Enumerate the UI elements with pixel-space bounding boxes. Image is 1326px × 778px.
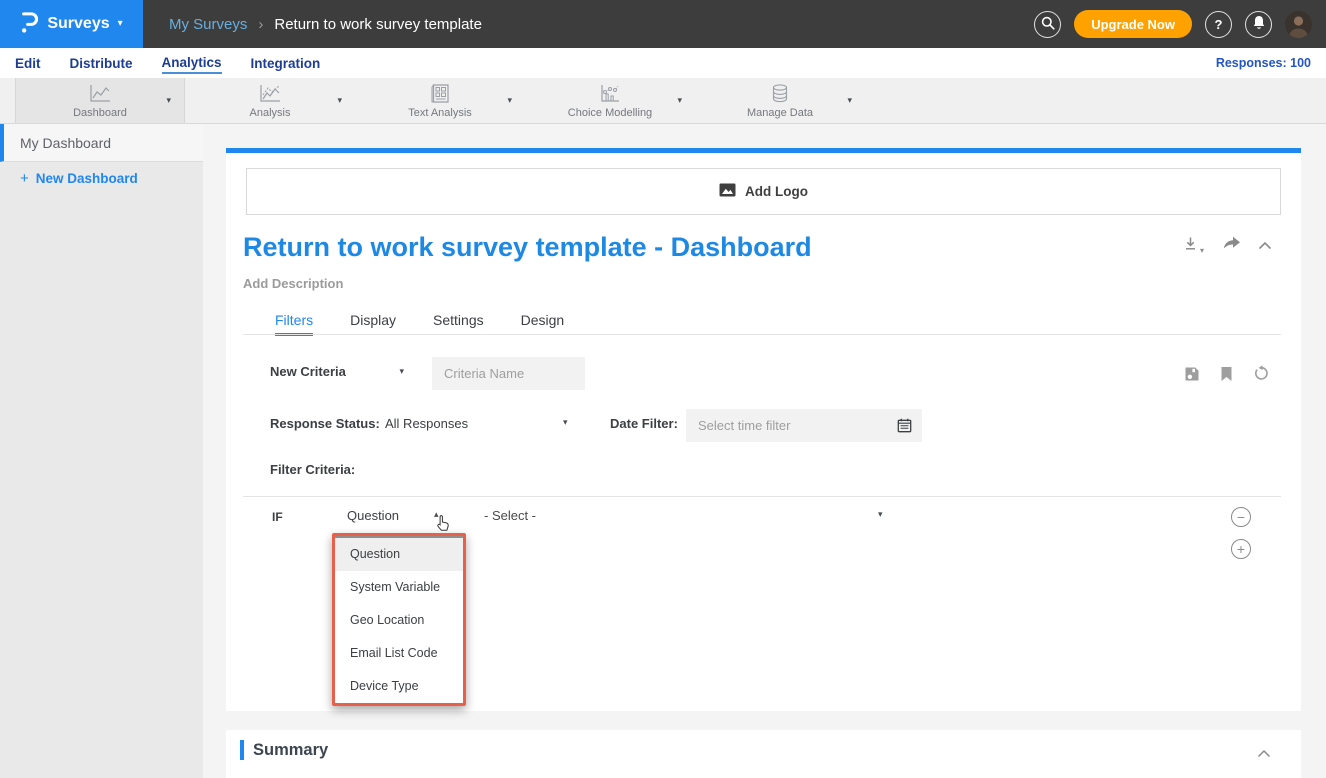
topbar-actions: Upgrade Now ? [1034, 10, 1326, 38]
download-icon [1183, 236, 1198, 256]
tab-filters[interactable]: Filters [275, 312, 313, 336]
new-dashboard-button[interactable]: + New Dashboard [20, 171, 138, 186]
chevron-down-icon: ▾ [118, 19, 123, 29]
dashboard-sidebar: My Dashboard + New Dashboard [0, 124, 203, 778]
tab-settings[interactable]: Settings [433, 312, 484, 336]
response-status-label: Response Status: [270, 416, 380, 431]
topbar: Surveys ▾ My Surveys › Return to work su… [0, 0, 1326, 48]
page-title[interactable]: Return to work survey template - Dashboa… [243, 232, 812, 263]
chevron-down-icon[interactable]: ▾ [878, 510, 883, 519]
dropdown-option-question[interactable]: Question [335, 538, 463, 571]
add-logo-button[interactable]: Add Logo [246, 168, 1281, 215]
chevron-down-icon: ▾ [507, 96, 512, 105]
criteria-name-input[interactable] [432, 357, 585, 390]
summary-card: Summary [226, 730, 1301, 778]
chevron-down-icon[interactable]: ▾ [563, 418, 568, 427]
chevron-up-icon[interactable]: ▴ [434, 510, 439, 519]
app-root: Surveys ▾ My Surveys › Return to work su… [0, 0, 1326, 778]
remove-criteria-button[interactable]: − [1231, 507, 1251, 527]
chevron-down-icon: ▾ [1200, 247, 1204, 256]
plus-icon: + [1237, 541, 1245, 557]
nav-edit[interactable]: Edit [15, 53, 41, 73]
share-button[interactable] [1221, 236, 1241, 256]
dropdown-option-system-variable[interactable]: System Variable [335, 571, 463, 604]
reset-icon [1253, 369, 1270, 386]
image-icon [719, 183, 736, 200]
toolbar-item-dashboard[interactable]: ▾ Dashboard [15, 78, 185, 123]
card-accent-bar [226, 148, 1301, 153]
bell-icon [1252, 15, 1266, 33]
add-criteria-button[interactable]: + [1231, 539, 1251, 559]
toolbar-item-choice-modelling[interactable]: ▾ Choice Modelling [525, 78, 695, 123]
nav-distribute[interactable]: Distribute [70, 53, 133, 73]
plus-icon: + [20, 171, 29, 186]
toolbar-item-manage-data[interactable]: ▾ Manage Data [695, 78, 865, 123]
dropdown-list: Question System Variable Geo Location Em… [335, 536, 463, 703]
breadcrumb: My Surveys › Return to work survey templ… [169, 16, 482, 33]
date-filter-input[interactable] [686, 409, 922, 442]
product-name: Surveys [47, 15, 109, 33]
chevron-down-icon: ▾ [399, 367, 404, 376]
breadcrumb-separator-icon: › [258, 16, 263, 33]
chevron-down-icon: ▾ [337, 96, 342, 105]
date-filter-field [686, 409, 922, 442]
add-description-button[interactable]: Add Description [243, 276, 343, 291]
chevron-up-icon [1257, 745, 1271, 762]
sidebar-item-my-dashboard[interactable]: My Dashboard [0, 124, 203, 162]
divider [243, 496, 1281, 497]
save-button[interactable] [1184, 366, 1200, 387]
breadcrumb-current: Return to work survey template [274, 16, 482, 33]
dropdown-option-geo-location[interactable]: Geo Location [335, 604, 463, 637]
toolbar-item-analysis[interactable]: ▾ Analysis [185, 78, 355, 123]
notifications-button[interactable] [1245, 11, 1272, 38]
calendar-icon[interactable] [897, 418, 912, 438]
download-button[interactable]: ▾ [1183, 236, 1204, 256]
share-icon [1221, 238, 1241, 255]
summary-collapse-button[interactable] [1257, 745, 1271, 763]
dropdown-option-device-type[interactable]: Device Type [335, 670, 463, 703]
chevron-down-icon: ▾ [847, 96, 852, 105]
questionpro-logo-icon [20, 9, 39, 40]
dropdown-option-email-list-code[interactable]: Email List Code [335, 637, 463, 670]
product-switcher[interactable]: Surveys ▾ [0, 0, 143, 48]
upgrade-now-button[interactable]: Upgrade Now [1074, 10, 1192, 38]
nav-integration[interactable]: Integration [251, 53, 321, 73]
survey-nav: Edit Distribute Analytics Integration Re… [0, 48, 1326, 78]
summary-title: Summary [253, 741, 328, 760]
criteria-type-open-dropdown: Question System Variable Geo Location Em… [332, 533, 466, 706]
help-button[interactable]: ? [1205, 11, 1232, 38]
divider [243, 334, 1281, 335]
nav-analytics[interactable]: Analytics [162, 52, 222, 74]
criteria-type-dropdown[interactable]: New Criteria ▾ [270, 364, 404, 379]
avatar[interactable] [1285, 11, 1312, 38]
bookmark-icon [1220, 369, 1233, 386]
save-icon [1184, 369, 1200, 386]
tab-design[interactable]: Design [521, 312, 565, 336]
search-icon [1041, 16, 1055, 33]
settings-tabs: Filters Display Settings Design [275, 312, 564, 336]
filter-criteria-label: Filter Criteria: [270, 462, 355, 477]
responses-count[interactable]: Responses: 100 [1216, 48, 1311, 78]
collapse-button[interactable] [1258, 237, 1272, 255]
chevron-down-icon: ▾ [166, 96, 171, 105]
summary-accent-bar [240, 740, 244, 760]
breadcrumb-my-surveys[interactable]: My Surveys [169, 16, 247, 33]
analytics-toolbar: ▾ Dashboard ▾ Analysis [0, 78, 1326, 124]
response-status-dropdown[interactable]: All Responses [385, 416, 468, 431]
chevron-down-icon: ▾ [677, 96, 682, 105]
chevron-up-icon [1258, 237, 1272, 254]
if-label: IF [272, 510, 283, 524]
title-actions: ▾ [1183, 236, 1272, 256]
minus-icon: − [1237, 509, 1245, 525]
criteria-actions [1184, 365, 1270, 387]
question-select-dropdown[interactable]: - Select - [484, 508, 536, 523]
toolbar-item-text-analysis[interactable]: ▾ Text Analysis [355, 78, 525, 123]
date-filter-label: Date Filter: [610, 416, 678, 431]
reset-button[interactable] [1253, 365, 1270, 387]
condition-type-dropdown[interactable]: Question [347, 508, 399, 523]
tab-display[interactable]: Display [350, 312, 396, 336]
bookmark-button[interactable] [1220, 366, 1233, 387]
question-mark-icon: ? [1215, 17, 1223, 32]
search-button[interactable] [1034, 11, 1061, 38]
